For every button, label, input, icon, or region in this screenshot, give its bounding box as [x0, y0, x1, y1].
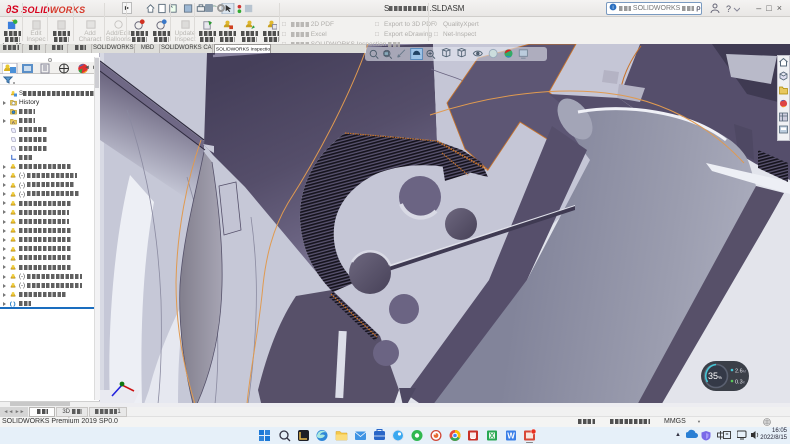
svg-text:A: A: [12, 119, 15, 124]
svg-text:i: i: [612, 5, 613, 11]
svg-text:W: W: [507, 432, 515, 441]
svg-text:2.6M: 2.6M: [735, 369, 746, 375]
svg-text:0.3K: 0.3K: [735, 380, 746, 386]
svg-text:?: ?: [726, 4, 731, 14]
